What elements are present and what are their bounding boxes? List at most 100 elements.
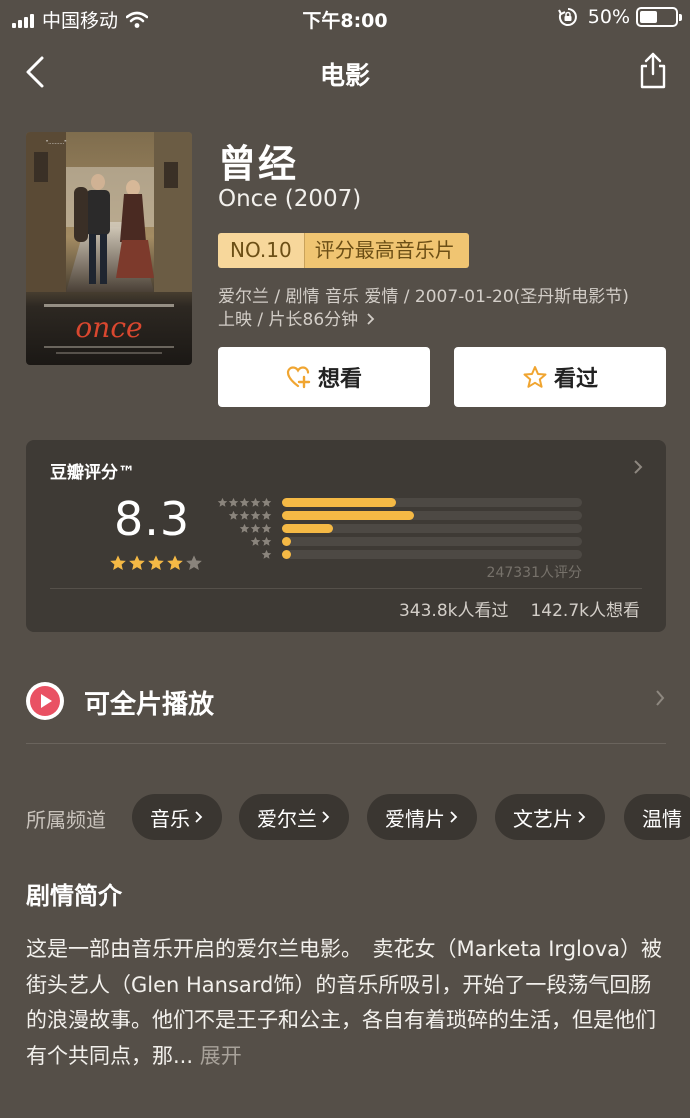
distribution-bar [282,524,333,533]
star-small-icon [261,549,272,559]
star-small-icon [228,497,239,507]
rating-stats: 343.8k人看过 142.7k人想看 [399,596,640,621]
battery-fill [640,11,657,23]
play-full-movie-row[interactable]: 可全片播放 [26,672,666,744]
chevron-right-icon [322,811,330,823]
channels-label: 所属频道 [26,808,106,832]
chevron-right-icon [656,690,665,706]
channel-chip-label: 爱情片 [385,806,445,831]
seen-count: 343.8k人看过 [398,601,509,621]
want-label: 想看 [317,367,362,392]
meta-line-2: 上映 / 片长86分钟 [218,309,670,332]
status-right: 50% [557,6,682,28]
distribution-bar [282,498,396,507]
distribution-stars [212,510,272,521]
status-bar: 中国移动 下午8:00 50% [0,0,690,36]
poster-image: ".........." once [26,132,192,365]
synopsis-text: 这是一部由音乐开启的爱尔兰电影。 卖花女（Marketa Irglova）被街头… [26,932,666,1074]
movie-title: 曾经 [218,142,299,186]
rank-number: NO.10 [218,233,305,268]
distribution-bar [282,511,414,520]
channel-chip-label: 爱尔兰 [257,806,317,831]
distribution-bar [282,550,291,559]
star-filled-icon [129,555,145,571]
channel-chip-label: 温情 [642,806,682,831]
rank-description: 评分最高音乐片 [304,233,469,268]
channel-chip[interactable]: 文艺片 [495,794,605,840]
star-small-icon [261,523,272,533]
channel-chip[interactable]: 爱尔兰 [239,794,349,840]
star-filled-icon [110,555,126,571]
distribution-stars [212,536,272,547]
synopsis-title: 剧情简介 [26,882,122,910]
nav-bar: 电影 [0,42,690,102]
distribution-track [282,550,582,559]
star-empty-icon [186,555,202,571]
poster-word: once [75,311,142,344]
star-small-icon [250,536,261,546]
chevron-right-icon [450,811,458,823]
distribution-track [282,498,582,507]
channels-row: 所属频道 音乐 爱尔兰 爱情片 文艺片 温情 [26,794,690,840]
battery-percent: 50% [587,6,630,28]
star-filled-icon [148,555,164,571]
page-title: 电影 [319,61,370,90]
channel-chip[interactable]: 音乐 [132,794,222,840]
seen-label: 看过 [553,367,598,392]
rating-card[interactable]: 豆瓣评分™ 8.3 247331人评分 343.8k人看过 142.7k人想看 [26,440,666,632]
rating-count: 247331人评分 [486,565,582,581]
distribution-row [212,535,582,548]
movie-meta[interactable]: 爱尔兰 / 剧情 音乐 爱情 / 2007-01-20(圣丹斯电影节) 上映 /… [218,286,670,332]
divider [50,588,642,589]
distribution-track [282,537,582,546]
rating-label: 豆瓣评分™ [50,463,135,483]
want-to-watch-button[interactable]: 想看 [218,347,430,407]
distribution-row [212,509,582,522]
heart-plus-icon [286,366,311,389]
star-small-icon [250,510,261,520]
channel-chip[interactable]: 爱情片 [367,794,477,840]
star-small-icon [239,523,250,533]
meta-line-1: 爱尔兰 / 剧情 音乐 爱情 / 2007-01-20(圣丹斯电影节) [218,287,629,307]
chevron-right-icon [366,313,374,325]
rank-badge[interactable]: NO.10 评分最高音乐片 [218,233,469,268]
expand-link[interactable]: 展开 [200,1044,242,1068]
share-icon[interactable] [638,50,668,90]
distribution-bar [282,537,291,546]
rating-distribution [212,496,582,561]
star-small-icon [250,497,261,507]
star-small-icon [217,497,228,507]
star-small-icon [239,497,250,507]
movie-poster[interactable]: ".........." once [26,132,192,365]
distribution-row [212,496,582,509]
chevron-right-icon [578,811,586,823]
channel-chip[interactable]: 温情 [624,794,690,840]
distribution-stars [212,497,272,508]
distribution-stars [212,523,272,534]
play-icon [26,682,64,720]
star-filled-icon [167,555,183,571]
chevron-right-icon [634,460,643,474]
rating-score: 8.3 [114,492,191,546]
distribution-track [282,524,582,533]
chevron-right-icon [195,811,203,823]
star-small-icon [261,510,272,520]
rating-stars [109,554,203,572]
distribution-row [212,522,582,535]
distribution-stars [212,549,272,560]
rotation-lock-icon [557,8,577,26]
distribution-track [282,511,582,520]
watched-button[interactable]: 看过 [454,347,666,407]
movie-subtitle: Once (2007) [218,186,362,212]
want-count: 142.7k人想看 [530,601,640,621]
channel-chip-label: 文艺片 [513,806,573,831]
distribution-row [212,548,582,561]
star-small-icon [239,510,250,520]
play-label: 可全片播放 [84,690,215,720]
star-small-icon [250,523,261,533]
star-outline-icon [523,366,547,388]
svg-text:"..........": ".........." [46,140,67,146]
channel-chip-label: 音乐 [150,806,190,831]
synopsis-body: 这是一部由音乐开启的爱尔兰电影。 卖花女（Marketa Irglova）被街头… [26,937,662,1068]
battery-icon [636,7,682,27]
